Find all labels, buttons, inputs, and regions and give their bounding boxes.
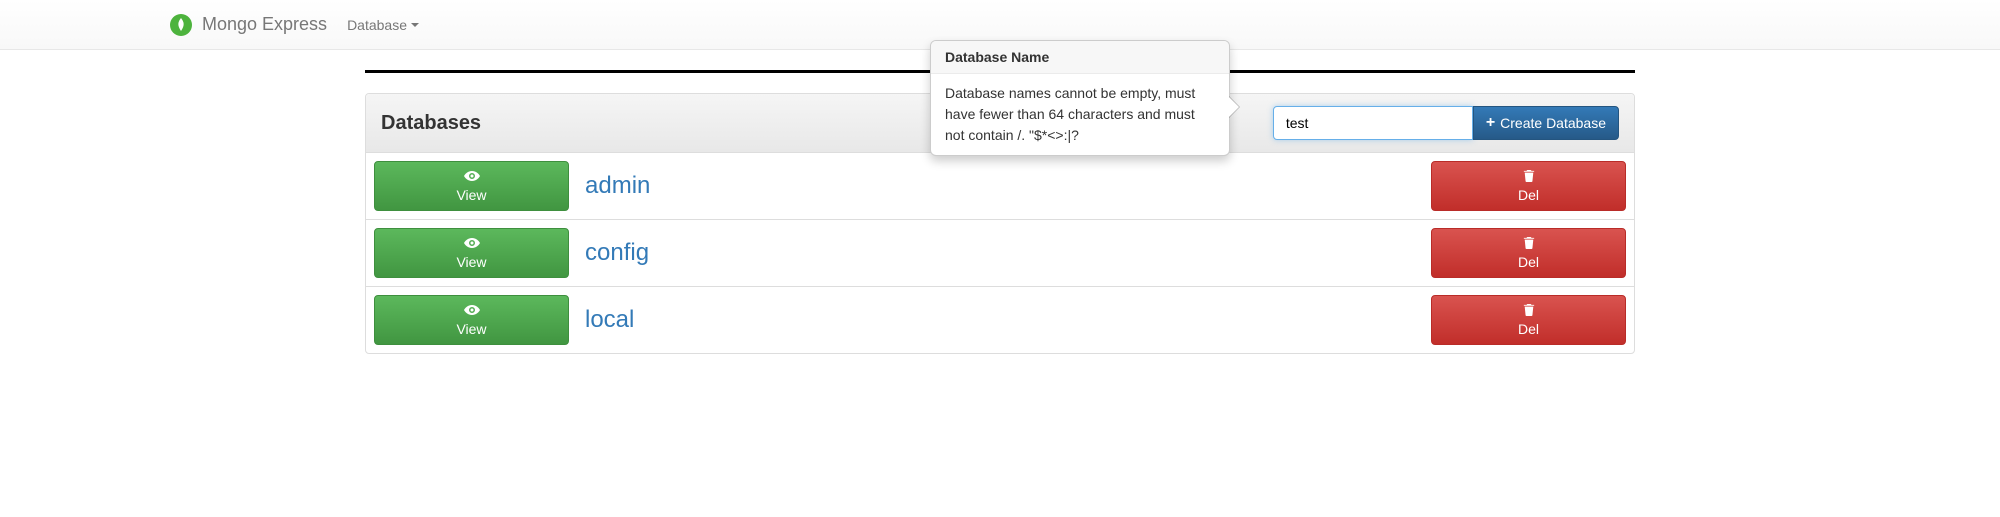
database-dropdown-label: Database <box>347 17 407 33</box>
delete-button[interactable]: Del <box>1431 295 1626 345</box>
logo-icon <box>170 14 192 36</box>
database-link[interactable]: config <box>585 239 649 266</box>
view-button-label: View <box>456 321 486 337</box>
table-row: View local Del <box>366 287 1634 354</box>
delete-button-label: Del <box>1518 321 1539 337</box>
popover-arrow-icon <box>1229 96 1240 118</box>
view-button[interactable]: View <box>374 228 569 278</box>
table-row: View config Del <box>366 220 1634 287</box>
brand-text: Mongo Express <box>202 14 327 35</box>
plus-icon <box>1486 114 1495 132</box>
trash-icon <box>1521 236 1537 252</box>
main-container: Databases Create Database ViewadminDelVi… <box>365 50 1635 354</box>
caret-down-icon <box>411 23 419 27</box>
create-database-form: Create Database <box>1273 106 1619 140</box>
create-button-label: Create Database <box>1500 115 1606 131</box>
eye-icon <box>464 303 480 319</box>
create-database-button[interactable]: Create Database <box>1473 106 1619 140</box>
delete-button-label: Del <box>1518 254 1539 270</box>
database-link[interactable]: local <box>585 306 634 333</box>
trash-icon <box>1521 169 1537 185</box>
table-row: View admin Del <box>366 153 1634 220</box>
database-name-input[interactable] <box>1273 106 1473 140</box>
eye-icon <box>464 236 480 252</box>
view-button-label: View <box>456 187 486 203</box>
view-button-label: View <box>456 254 486 270</box>
eye-icon <box>464 169 480 185</box>
database-link[interactable]: admin <box>585 172 650 199</box>
delete-button[interactable]: Del <box>1431 161 1626 211</box>
delete-button-label: Del <box>1518 187 1539 203</box>
panel-title: Databases <box>381 112 481 135</box>
delete-button[interactable]: Del <box>1431 228 1626 278</box>
view-button[interactable]: View <box>374 295 569 345</box>
database-dropdown[interactable]: Database <box>347 17 419 33</box>
popover-title: Database Name <box>931 41 1229 74</box>
databases-table: View admin Del View config Del View local Del <box>366 153 1634 353</box>
view-button[interactable]: View <box>374 161 569 211</box>
popover-content: Database names cannot be empty, must hav… <box>931 74 1229 155</box>
validation-popover: Database Name Database names cannot be e… <box>930 40 1230 156</box>
brand-link[interactable]: Mongo Express <box>170 14 327 36</box>
trash-icon <box>1521 303 1537 319</box>
